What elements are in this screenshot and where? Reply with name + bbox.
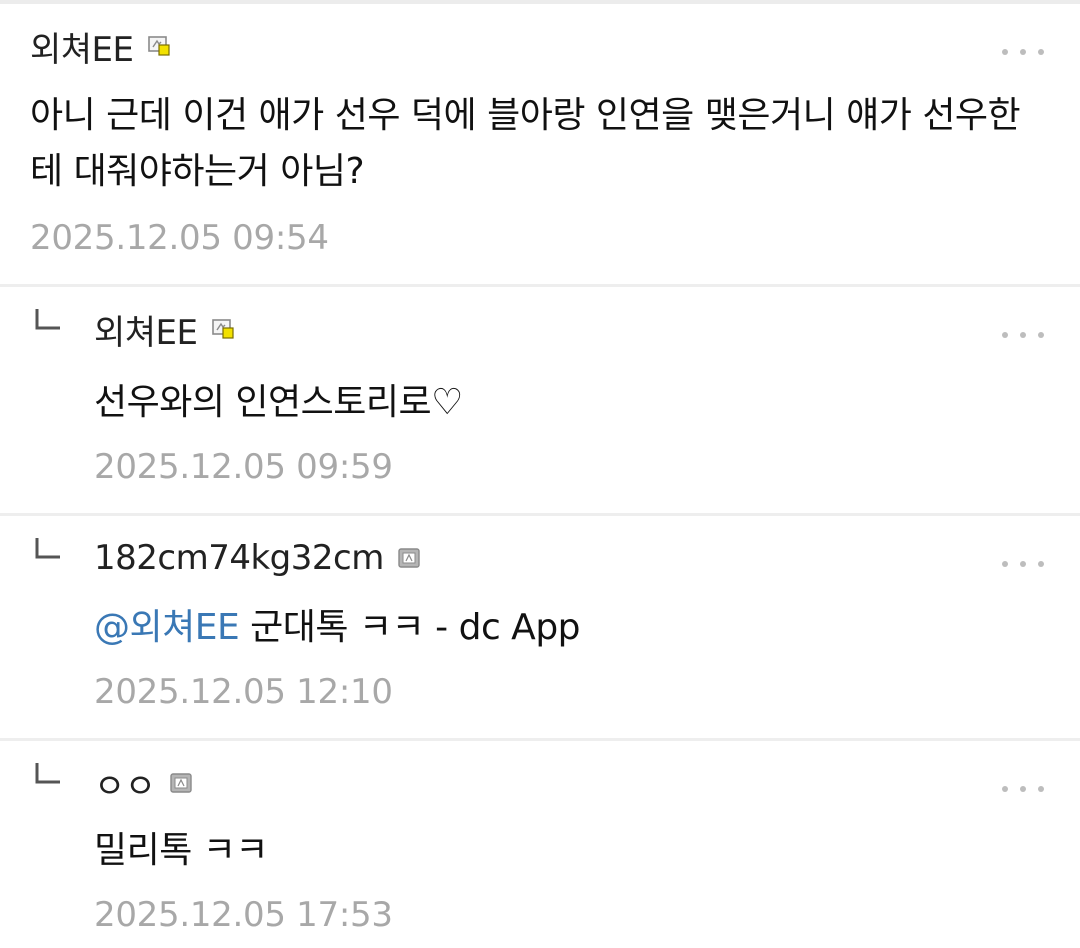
comment-author-row: 외쳐EE <box>94 305 234 353</box>
comment-author[interactable]: 외쳐EE <box>94 305 198 354</box>
reply-item: 외쳐EE 선우와의 인연스토리로♡ 2025.12.05 09:59 <box>0 287 1080 513</box>
reply-arrow-icon <box>35 309 60 330</box>
more-dots-icon <box>1002 332 1008 338</box>
more-options-button[interactable] <box>1002 554 1044 574</box>
reply-arrow-icon <box>35 763 60 784</box>
comment-date: 2025.12.05 17:53 <box>94 895 393 935</box>
comment-author-row: 외쳐EE <box>30 22 170 70</box>
comment-author[interactable]: 182cm74kg32cm <box>94 538 384 578</box>
more-dot <box>1020 561 1026 567</box>
more-dot <box>1038 561 1044 567</box>
comment-item: 외쳐EE 아니 근데 이건 애가 선우 덕에 블아랑 인연을 맺은거니 얘가 선… <box>0 0 1080 284</box>
more-dot <box>1038 332 1044 338</box>
comment-date: 2025.12.05 09:54 <box>30 218 329 258</box>
reply-item: 182cm74kg32cm @외쳐EE 군대톡 ㅋㅋ - dc App 2025… <box>0 516 1080 738</box>
gallog-badge-gray-icon[interactable] <box>398 548 420 568</box>
more-dot <box>1038 49 1044 55</box>
comment-author-row: 182cm74kg32cm <box>94 534 420 582</box>
comment-body: 군대톡 ㅋㅋ - dc App <box>239 607 581 648</box>
reply-arrow-icon <box>35 538 60 559</box>
comment-text: 선우와의 인연스토리로♡ <box>94 382 463 423</box>
more-dot <box>1020 332 1026 338</box>
more-dots-icon <box>1002 561 1008 567</box>
gallog-badge-yellow-icon[interactable] <box>147 36 170 56</box>
comment-author[interactable]: 외쳐EE <box>30 22 134 71</box>
more-dot <box>1038 786 1044 792</box>
more-dot <box>1020 786 1026 792</box>
mention-link[interactable]: @외쳐EE <box>94 607 240 648</box>
more-dots-icon <box>1002 786 1008 792</box>
comment-text: 밀리톡 ㅋㅋ <box>94 830 269 871</box>
comment-author[interactable]: ㅇㅇ <box>94 759 156 808</box>
comment-date: 2025.12.05 09:59 <box>94 447 393 487</box>
comment-date: 2025.12.05 12:10 <box>94 672 393 712</box>
more-dots-icon <box>1002 49 1008 55</box>
comment-text: 아니 근데 이건 애가 선우 덕에 블아랑 인연을 맺은거니 얘가 선우한테 대… <box>30 95 1021 192</box>
more-dot <box>1020 49 1026 55</box>
comment-text: @외쳐EE 군대톡 ㅋㅋ - dc App <box>94 600 1034 656</box>
reply-item: ㅇㅇ 밀리톡 ㅋㅋ 2025.12.05 17:53 <box>0 741 1080 948</box>
gallog-badge-gray-icon[interactable] <box>169 773 192 793</box>
comment-author-row: ㅇㅇ <box>94 759 192 807</box>
more-options-button[interactable] <box>1002 325 1044 345</box>
gallog-badge-yellow-icon[interactable] <box>211 319 234 339</box>
more-options-button[interactable] <box>1002 779 1044 799</box>
more-options-button[interactable] <box>1002 42 1044 62</box>
